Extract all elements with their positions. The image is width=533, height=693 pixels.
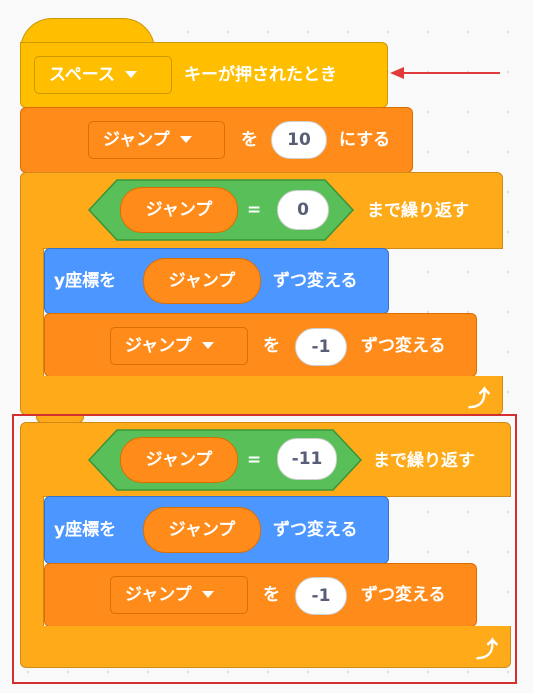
equals-operator: = <box>247 200 262 220</box>
change-to-label: を <box>263 336 280 356</box>
change-y-reporter[interactable]: ジャンプ <box>143 258 261 304</box>
change-suffix-label: ずつ変える <box>361 336 446 356</box>
change-y-label: y座標を <box>54 271 117 291</box>
variable-dropdown[interactable]: ジャンプ <box>88 121 225 159</box>
chevron-down-icon <box>179 136 192 143</box>
set-to-label: を <box>241 130 258 150</box>
variable-dropdown[interactable]: ジャンプ <box>110 327 248 365</box>
loop-arm-1 <box>20 248 44 376</box>
key-dropdown[interactable]: スペース <box>34 56 172 94</box>
set-suffix-label: にする <box>339 130 391 150</box>
change-y-suffix: ずつ変える <box>273 271 358 291</box>
repeat-until-label: まで繰り返す <box>367 201 469 221</box>
change-variable-block-1[interactable]: ジャンプ を -1 ずつ変える <box>44 313 477 385</box>
chevron-down-icon <box>201 342 214 349</box>
variable-dropdown-label: ジャンプ <box>103 130 170 150</box>
annotation-arrow <box>390 67 500 79</box>
when-key-pressed-block[interactable]: スペース キーが押されたとき <box>20 42 388 116</box>
condition-input-right[interactable]: 0 <box>277 190 329 230</box>
chevron-down-icon <box>124 71 137 78</box>
variable-dropdown-label: ジャンプ <box>125 336 192 356</box>
loop-arrow-icon: ⤴ <box>467 387 490 412</box>
highlight-box <box>12 414 517 684</box>
loop-bottom-1: ⤴ <box>20 376 503 423</box>
key-dropdown-label: スペース <box>49 65 115 85</box>
change-value-input[interactable]: -1 <box>295 328 347 366</box>
condition-reporter-left[interactable]: ジャンプ <box>120 187 238 233</box>
hat-label: キーが押されたとき <box>184 65 337 85</box>
set-variable-block[interactable]: ジャンプ を 10 にする <box>20 107 413 181</box>
set-value-input[interactable]: 10 <box>271 121 327 159</box>
repeat-until-block-1[interactable]: ジャンプ = 0 まで繰り返す <box>20 172 503 249</box>
change-y-block-1[interactable]: y座標を ジャンプ ずつ変える <box>44 248 389 322</box>
